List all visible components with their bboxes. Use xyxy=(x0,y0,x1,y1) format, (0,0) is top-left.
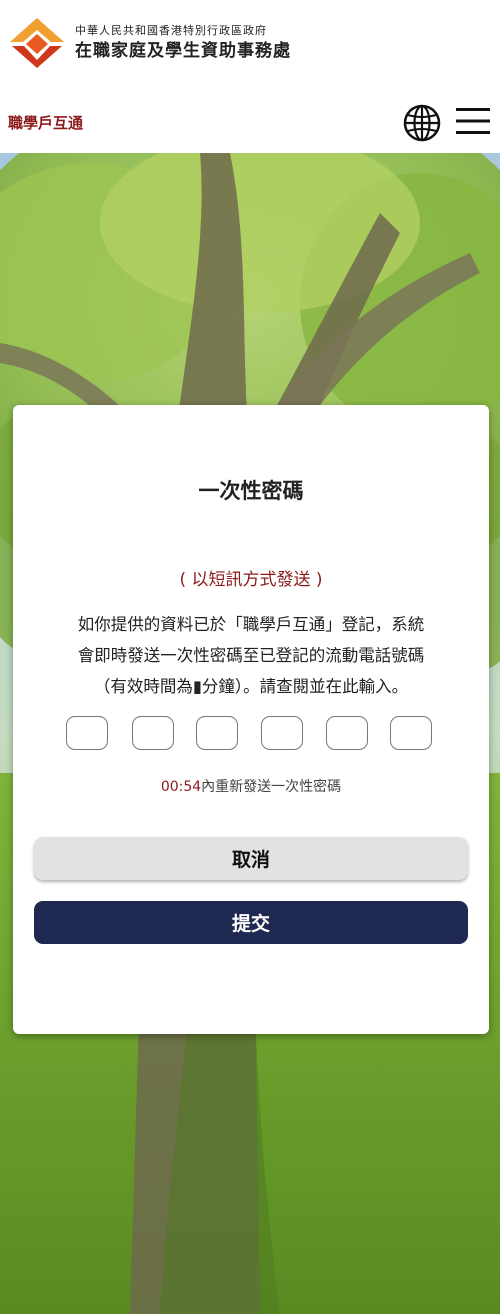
resend-timer: 00:54 xyxy=(160,779,202,795)
dialog-title: 一次性密碼 xyxy=(198,479,304,503)
description-line: 會即時發送一次性密碼至已登記的流動電話號碼 xyxy=(77,646,425,665)
otp-dialog: 一次性密碼 ( 以短訊方式發送 ) 如你提供的資料已於「職學戶互通」登記，系統 … xyxy=(13,405,489,1034)
otp-digit-2[interactable] xyxy=(132,716,174,750)
otp-description: 如你提供的資料已於「職學戶互通」登記，系統 會即時發送一次性密碼至已登記的流動電… xyxy=(33,609,469,702)
otp-input-group xyxy=(66,716,436,754)
org-name-line1: 中華人民共和國香港特別行政區政府 xyxy=(75,24,267,37)
site-header: 中華人民共和國香港特別行政區政府 在職家庭及學生資助事務處 職學戶互通 xyxy=(0,0,500,153)
sms-delivery-note: ( 以短訊方式發送 ) xyxy=(179,570,323,590)
submit-button[interactable]: 提交 xyxy=(34,901,468,944)
cancel-button[interactable]: 取消 xyxy=(34,837,468,880)
otp-digit-3[interactable] xyxy=(196,716,238,750)
otp-digit-1[interactable] xyxy=(66,716,108,750)
resend-text: 內重新發送一次性密碼 xyxy=(201,779,342,795)
org-name-line2: 在職家庭及學生資助事務處 xyxy=(75,41,291,61)
otp-digit-4[interactable] xyxy=(261,716,303,750)
wfsfaa-logo[interactable] xyxy=(8,16,66,68)
otp-digit-6[interactable] xyxy=(390,716,432,750)
hamburger-menu-icon[interactable] xyxy=(456,106,490,136)
org-name: 中華人民共和國香港特別行政區政府 在職家庭及學生資助事務處 xyxy=(75,24,291,62)
app-name[interactable]: 職學戶互通 xyxy=(8,112,83,133)
description-line: 如你提供的資料已於「職學戶互通」登記，系統 xyxy=(77,615,425,634)
resend-countdown: 00:54內重新發送一次性密碼 xyxy=(13,776,489,796)
globe-icon[interactable] xyxy=(403,104,441,142)
otp-digit-5[interactable] xyxy=(326,716,368,750)
description-line: （有效時間為▮分鐘）。請查閱並在此輸入。 xyxy=(93,677,409,696)
